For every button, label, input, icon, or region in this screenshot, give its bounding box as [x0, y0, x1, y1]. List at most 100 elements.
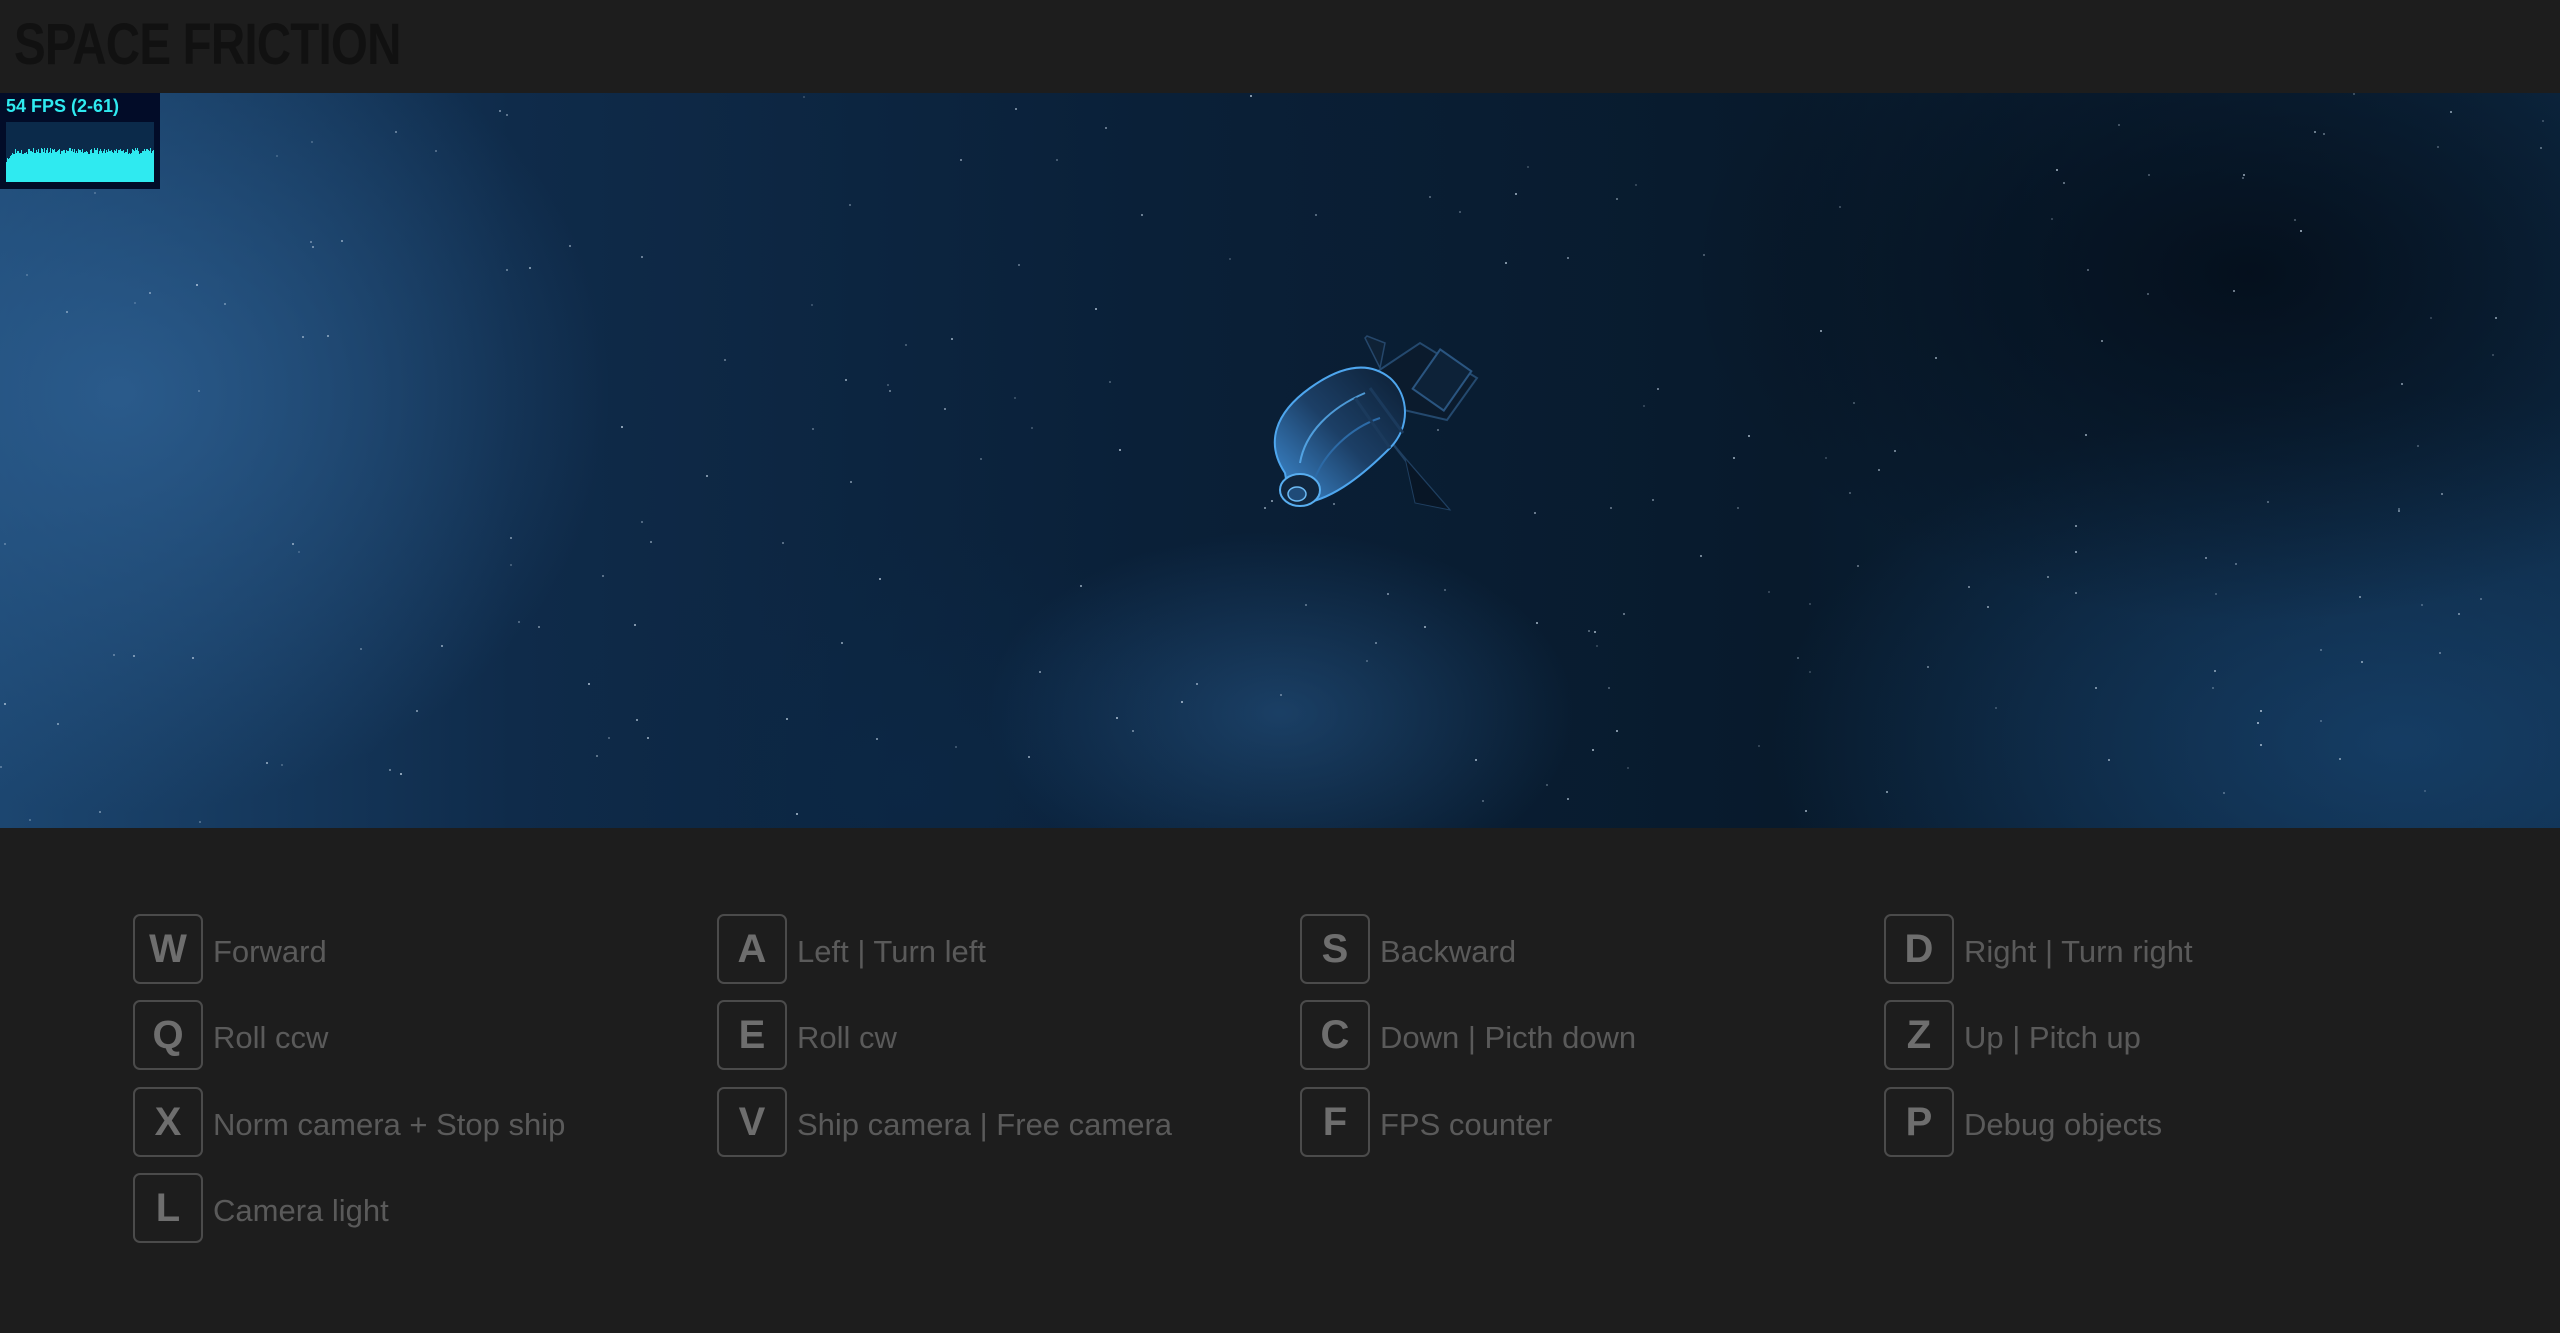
star [1014, 397, 1016, 399]
star [608, 737, 610, 739]
star [506, 269, 508, 271]
control-label: Ship camera | Free camera [797, 1107, 1173, 1142]
key-a: A [717, 914, 787, 984]
star [602, 575, 604, 577]
star [1109, 381, 1111, 383]
star [786, 718, 788, 720]
star [2450, 111, 2452, 113]
star [1703, 254, 1705, 256]
star [510, 537, 512, 539]
star [1643, 405, 1645, 407]
star [2401, 383, 2403, 385]
star [647, 737, 649, 739]
star [1849, 492, 1851, 494]
star [510, 564, 512, 566]
control-backward: S Backward [1300, 913, 1516, 985]
star [2320, 649, 2322, 651]
star [889, 390, 891, 392]
star [113, 654, 115, 656]
star [2148, 174, 2150, 176]
star [538, 626, 540, 628]
control-label: Camera light [213, 1193, 389, 1228]
star [1737, 507, 1739, 509]
star [1444, 589, 1446, 591]
star [57, 723, 59, 725]
star [641, 256, 643, 258]
star [1567, 798, 1569, 800]
star [641, 521, 643, 523]
star [2294, 219, 2296, 221]
star [706, 475, 708, 477]
star [1018, 264, 1020, 266]
star [812, 428, 814, 430]
star [905, 344, 907, 346]
star [876, 738, 878, 740]
star [2233, 290, 2235, 292]
star [196, 284, 198, 286]
star [849, 204, 851, 206]
control-roll-cw: E Roll cw [717, 999, 897, 1071]
star [2075, 525, 2077, 527]
star [2320, 720, 2322, 722]
game-viewport[interactable] [0, 93, 2560, 828]
star [2108, 759, 2110, 761]
star [841, 642, 843, 644]
star [26, 274, 28, 276]
star [149, 292, 151, 294]
star [1250, 95, 1252, 97]
star [2087, 269, 2089, 271]
game-title: SPACE FRICTION [14, 12, 401, 77]
star [198, 390, 200, 392]
star [0, 766, 2, 768]
star [2441, 493, 2443, 495]
star [2424, 790, 2426, 792]
star [435, 150, 437, 152]
star [1116, 717, 1118, 719]
star [1608, 687, 1610, 689]
star [2430, 317, 2432, 319]
star [2353, 93, 2355, 95]
star [980, 458, 982, 460]
control-up: Z Up | Pitch up [1884, 999, 2141, 1071]
star [276, 155, 278, 157]
fps-counter[interactable]: 54 FPS (2-61) [0, 93, 160, 189]
star [499, 110, 501, 112]
star [621, 426, 623, 428]
star [1546, 784, 1548, 786]
star [4, 543, 6, 545]
control-label: Backward [1380, 934, 1517, 969]
star [1482, 800, 1484, 802]
star [1588, 630, 1590, 632]
star [782, 542, 784, 544]
key-x: X [133, 1087, 203, 1157]
control-label: Norm camera + Stop ship [213, 1107, 566, 1142]
star [133, 655, 135, 657]
star [1839, 206, 1841, 208]
star [1627, 767, 1629, 769]
control-down: C Down | Picth down [1300, 999, 1636, 1071]
star [2323, 133, 2325, 135]
star [2314, 131, 2316, 133]
key-d: D [1884, 914, 1954, 984]
control-debug-objects: P Debug objects [1884, 1086, 2162, 1158]
control-camera-light: L Camera light [133, 1172, 389, 1244]
star [588, 683, 590, 685]
star [327, 335, 329, 337]
star [2257, 722, 2259, 724]
star [1080, 585, 1082, 587]
star [1366, 660, 1368, 662]
star [1987, 606, 1989, 608]
star [1594, 631, 1596, 633]
star [796, 813, 798, 815]
star [569, 245, 571, 247]
star [2212, 687, 2214, 689]
star [1758, 745, 1760, 747]
star [2075, 592, 2077, 594]
star [1809, 671, 1811, 673]
star [1028, 756, 1030, 758]
star [1853, 402, 1855, 404]
star [518, 621, 520, 623]
star [298, 551, 300, 553]
game-page: SPACE FRICTION 54 FPS (2-61) W Forward Q… [0, 0, 2560, 1333]
star [2439, 652, 2441, 654]
